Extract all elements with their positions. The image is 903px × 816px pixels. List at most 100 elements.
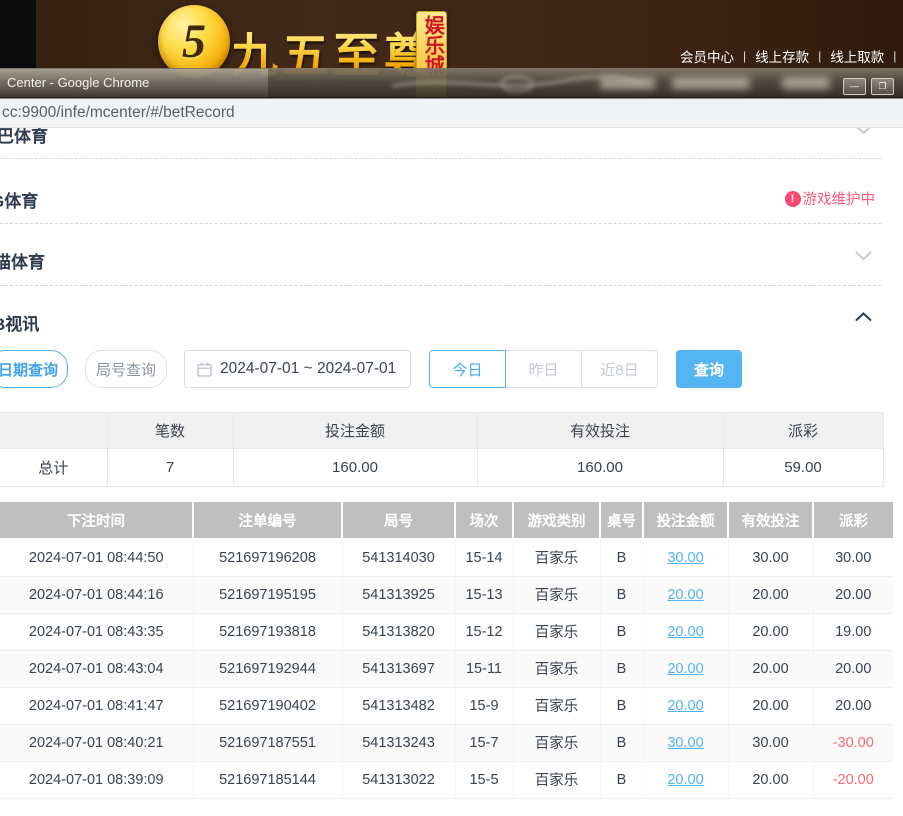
header-game-type: 游戏类别	[513, 502, 600, 539]
summary-payout: 59.00	[723, 449, 883, 487]
blurred-user-info	[782, 77, 830, 89]
table-row: 2024-07-01 08:43:04521697192944541313697…	[0, 650, 893, 687]
bet-amount-link[interactable]: 20.00	[667, 772, 703, 788]
bet-amount-link[interactable]: 30.00	[667, 550, 703, 566]
cell-game_type: 百家乐	[513, 687, 600, 724]
cell-round_no: 541314030	[342, 539, 455, 576]
banner-black-corner	[0, 0, 36, 68]
cell-time: 2024-07-01 08:43:04	[0, 650, 193, 687]
maintenance-badge: ! 游戏维护中	[785, 188, 876, 209]
cell-bet_no: 521697192944	[193, 650, 342, 687]
cell-bet_no: 521697185144	[193, 761, 342, 798]
summary-header-row: 笔数 投注金额 有效投注 派彩	[0, 413, 883, 449]
cell-game_type: 百家乐	[513, 761, 600, 798]
screen: 5 九五至尊 娱乐城 会员中心 | 线上存款 | 线上取款 | 一键 Cente…	[0, 0, 903, 816]
top-nav: 会员中心 | 线上存款 | 线上取款 | 一键	[680, 46, 903, 66]
cell-game_type: 百家乐	[513, 724, 600, 761]
date-query-tab[interactable]: 日期查询	[0, 350, 68, 388]
calendar-icon	[197, 362, 212, 377]
cell-valid_bet: 20.00	[728, 576, 813, 613]
nav-online-deposit[interactable]: 线上存款	[755, 46, 809, 66]
table-row: 2024-07-01 08:39:09521697185144541313022…	[0, 761, 893, 798]
summary-header-bet-amount: 投注金额	[233, 413, 477, 449]
address-bar[interactable]: cc:9900/infe/mcenter/#/betRecord	[0, 98, 903, 128]
cell-bet_amount: 20.00	[643, 613, 728, 650]
summary-header-blank	[0, 413, 107, 449]
bet-amount-link[interactable]: 20.00	[667, 661, 703, 677]
table-row: 2024-07-01 08:40:21521697187551541313243…	[0, 724, 893, 761]
summary-header-count: 笔数	[107, 413, 233, 449]
table-row: 2024-07-01 08:44:50521697196208541314030…	[0, 539, 893, 576]
cell-round_no: 541313697	[342, 650, 455, 687]
cell-round_no: 541313243	[342, 724, 455, 761]
cell-time: 2024-07-01 08:44:16	[0, 576, 193, 613]
summary-header-valid-bet: 有效投注	[477, 413, 723, 449]
round-query-tab[interactable]: 局号查询	[85, 350, 167, 388]
cell-session: 15-13	[455, 576, 513, 613]
table-row: 2024-07-01 08:44:16521697195195541313925…	[0, 576, 893, 613]
header-round-no: 局号	[342, 502, 455, 539]
cell-payout: 30.00	[813, 539, 893, 576]
cell-valid_bet: 20.00	[728, 687, 813, 724]
window-title-bar: Center - Google Chrome — ❐	[0, 68, 903, 98]
section-b-live[interactable]: B视讯	[0, 310, 39, 335]
header-time: 下注时间	[0, 502, 193, 539]
divider	[0, 223, 881, 224]
divider	[0, 158, 881, 159]
cell-bet_amount: 20.00	[643, 650, 728, 687]
cell-time: 2024-07-01 08:41:47	[0, 687, 193, 724]
cell-round_no: 541313925	[342, 576, 455, 613]
header-bet-amount: 投注金额	[643, 502, 728, 539]
maintenance-text: 游戏维护中	[803, 188, 876, 209]
bet-amount-link[interactable]: 20.00	[667, 698, 703, 714]
bet-amount-link[interactable]: 20.00	[667, 587, 703, 603]
cell-time: 2024-07-01 08:44:50	[0, 539, 193, 576]
cell-table_no: B	[600, 613, 643, 650]
cell-game_type: 百家乐	[513, 539, 600, 576]
quick-date-tabs: 今日 昨日 近8日	[429, 350, 658, 388]
cell-table_no: B	[600, 724, 643, 761]
url-text: cc:9900/infe/mcenter/#/betRecord	[2, 99, 235, 127]
cell-table_no: B	[600, 761, 643, 798]
cell-time: 2024-07-01 08:43:35	[0, 613, 193, 650]
blurred-user-info	[600, 77, 655, 89]
tab-today[interactable]: 今日	[429, 350, 506, 388]
nav-separator: |	[743, 49, 746, 63]
date-range-value: 2024-07-01 ~ 2024-07-01	[220, 360, 396, 378]
search-button[interactable]: 查询	[676, 350, 742, 388]
cell-valid_bet: 30.00	[728, 724, 813, 761]
cell-session: 15-5	[455, 761, 513, 798]
cell-game_type: 百家乐	[513, 650, 600, 687]
cell-payout: 20.00	[813, 576, 893, 613]
cell-round_no: 541313022	[342, 761, 455, 798]
chevron-down-icon[interactable]	[855, 251, 872, 261]
cell-payout: 20.00	[813, 687, 893, 724]
summary-count: 7	[107, 449, 233, 487]
date-range-input[interactable]: 2024-07-01 ~ 2024-07-01	[184, 350, 411, 388]
nav-online-withdraw[interactable]: 线上取款	[830, 46, 884, 66]
maximize-button[interactable]: ❐	[871, 78, 894, 95]
cell-time: 2024-07-01 08:40:21	[0, 724, 193, 761]
summary-total-label: 总计	[0, 449, 107, 487]
nav-member-center[interactable]: 会员中心	[680, 46, 734, 66]
tab-last-8-days[interactable]: 近8日	[581, 350, 658, 388]
chevron-up-icon[interactable]	[855, 312, 872, 322]
bet-record-table: 下注时间 注单编号 局号 场次 游戏类别 桌号 投注金额 有效投注 派彩 202…	[0, 502, 893, 799]
cell-session: 15-14	[455, 539, 513, 576]
table-row: 2024-07-01 08:43:35521697193818541313820…	[0, 613, 893, 650]
cell-bet_amount: 20.00	[643, 576, 728, 613]
cell-table_no: B	[600, 539, 643, 576]
divider	[0, 285, 881, 286]
cell-bet_no: 521697193818	[193, 613, 342, 650]
section-cat-sports[interactable]: 猫体育	[0, 248, 45, 273]
tab-yesterday[interactable]: 昨日	[505, 350, 582, 388]
minimize-button[interactable]: —	[843, 78, 866, 95]
cell-session: 15-9	[455, 687, 513, 724]
window-title: Center - Google Chrome	[7, 69, 149, 97]
bet-amount-link[interactable]: 20.00	[667, 624, 703, 640]
section-g-sports[interactable]: G体育	[0, 187, 38, 212]
cell-payout: -20.00	[813, 761, 893, 798]
cell-payout: 19.00	[813, 613, 893, 650]
bet-amount-link[interactable]: 30.00	[667, 735, 703, 751]
cell-valid_bet: 20.00	[728, 650, 813, 687]
